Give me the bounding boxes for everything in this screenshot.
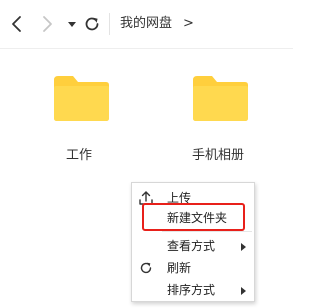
refresh-icon[interactable] <box>81 13 103 35</box>
menu-item-refresh[interactable]: 刷新 <box>132 257 254 279</box>
breadcrumb-current[interactable]: 我的网盘 <box>120 15 172 33</box>
menu-item-label: 上传 <box>167 191 192 205</box>
folder-icon <box>193 76 248 121</box>
folder-item-work[interactable]: 工作 <box>41 70 117 170</box>
folder-icon <box>54 76 109 121</box>
folder-label: 手机相册 <box>191 148 244 163</box>
folder-item-phone-album[interactable]: 手机相册 <box>180 70 256 170</box>
breadcrumb-separator[interactable]: > <box>183 15 194 33</box>
menu-item-label: 新建文件夹 <box>167 211 228 225</box>
menu-item-view-mode[interactable]: 查看方式 <box>132 235 254 257</box>
menu-item-sort[interactable]: 排序方式 <box>132 279 254 301</box>
folder-label: 工作 <box>65 148 92 163</box>
submenu-arrow-icon <box>241 287 246 295</box>
menu-item-new-folder[interactable]: 新建文件夹 <box>132 207 254 229</box>
history-dropdown-icon[interactable] <box>61 13 83 35</box>
refresh-icon <box>138 260 154 276</box>
menu-item-label: 刷新 <box>167 261 192 275</box>
navigation-toolbar: 我的网盘 > <box>0 0 293 49</box>
submenu-arrow-icon <box>241 243 246 251</box>
context-menu: 上传 新建文件夹 查看方式 刷新 排序方式 <box>131 182 255 302</box>
file-browser: 我的网盘 > 工作 手机相册 上传 新建文件夹 查看方式 刷新 排序方式 <box>0 0 293 308</box>
back-icon[interactable] <box>6 13 28 35</box>
upload-icon <box>138 190 154 206</box>
menu-item-label: 查看方式 <box>167 239 216 253</box>
menu-divider <box>162 231 252 232</box>
menu-item-upload[interactable]: 上传 <box>132 187 254 209</box>
menu-item-label: 排序方式 <box>167 283 216 297</box>
forward-icon[interactable] <box>36 13 58 35</box>
toolbar-divider <box>109 13 110 35</box>
